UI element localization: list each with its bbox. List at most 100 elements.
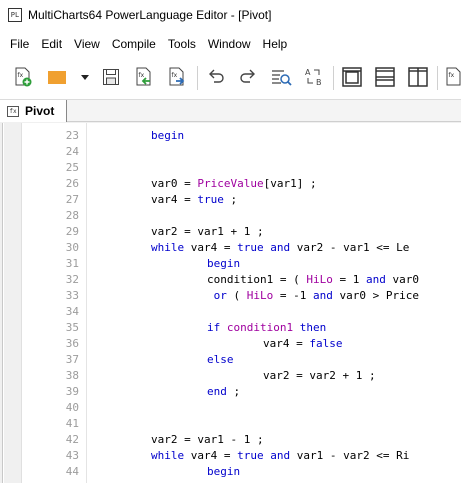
svg-text:fx: fx (139, 72, 145, 79)
code-line[interactable]: 42 var2 = var1 - 1 ; (0, 432, 461, 448)
dropdown-arrow-icon[interactable] (78, 66, 92, 88)
study-document-icon: fx (7, 105, 19, 117)
code-line[interactable]: 39 end ; (0, 384, 461, 400)
code-line[interactable]: 38 var2 = var2 + 1 ; (0, 368, 461, 384)
code-token: end (207, 385, 227, 398)
line-number: 28 (65, 209, 79, 222)
code-text: while var4 = true and var1 - var2 <= Ri (151, 448, 409, 464)
svg-text:A: A (305, 68, 311, 77)
code-line[interactable]: 26 var0 = PriceValue[var1] ; (0, 176, 461, 192)
compile-icon[interactable]: fx (133, 66, 155, 88)
code-line[interactable]: 34 (0, 304, 461, 320)
open-study-icon[interactable] (46, 66, 68, 88)
code-text: if condition1 then (207, 320, 326, 336)
cascade-icon[interactable] (341, 66, 363, 88)
more-icon[interactable]: fx (444, 66, 461, 88)
verify-icon[interactable]: fx (166, 66, 188, 88)
line-number: 40 (65, 401, 79, 414)
code-token: var0 (385, 273, 419, 286)
code-text: condition1 = ( HiLo = 1 and var0 (207, 272, 419, 288)
code-line[interactable]: 37 else (0, 352, 461, 368)
code-token: or (213, 289, 227, 302)
menu-compile[interactable]: Compile (106, 30, 162, 58)
code-token: true (237, 449, 264, 462)
line-number: 38 (65, 369, 79, 382)
code-text: begin (151, 128, 184, 144)
find-icon[interactable] (270, 66, 292, 88)
code-text: var4 = false (263, 336, 342, 352)
menu-edit[interactable]: Edit (35, 30, 68, 58)
code-token: var0 > Price (332, 289, 419, 302)
line-number: 32 (65, 273, 79, 286)
line-number: 43 (65, 449, 79, 462)
save-icon[interactable] (100, 66, 122, 88)
code-token: ; (362, 369, 376, 382)
code-token: ; (226, 385, 241, 398)
code-token: begin (207, 257, 241, 270)
code-line[interactable]: 23 begin (0, 128, 461, 144)
menu-view[interactable]: View (68, 30, 106, 58)
code-line[interactable]: 33 or ( HiLo = -1 and var0 > Price (0, 288, 461, 304)
code-token: = (332, 273, 353, 286)
code-token: while (151, 241, 185, 254)
code-token: true (197, 193, 224, 206)
code-token: var4 = (263, 337, 310, 350)
code-line[interactable]: 27 var4 = true ; (0, 192, 461, 208)
line-number: 30 (65, 241, 79, 254)
menu-tools[interactable]: Tools (162, 30, 202, 58)
tile-horizontal-icon[interactable] (374, 66, 396, 88)
code-line[interactable]: 36 var4 = false (0, 336, 461, 352)
new-study-icon[interactable]: fx (12, 66, 34, 88)
code-line[interactable]: 43 while var4 = true and var1 - var2 <= R… (0, 448, 461, 464)
menu-window[interactable]: Window (202, 30, 257, 58)
toolbar: fx fx fx AB fx (0, 58, 461, 100)
code-editor[interactable]: 23 begin 24 25 26 var0 = PriceValue[var1] ; 27… (0, 123, 461, 483)
line-number: 26 (65, 177, 79, 190)
code-line[interactable]: 24 (0, 144, 461, 160)
window-title: MultiCharts64 PowerLanguage Editor - [Pi… (28, 8, 272, 22)
menu-file[interactable]: File (4, 30, 35, 58)
code-text: var2 = var1 - 1 ; (151, 432, 264, 448)
replace-icon[interactable]: AB (304, 66, 326, 88)
code-token: var2 = var1 - (151, 433, 244, 446)
code-token: and (313, 289, 333, 302)
menu-help[interactable]: Help (257, 30, 294, 58)
code-line[interactable]: 44 begin (0, 464, 461, 480)
document-tab-strip: fx Pivot (0, 100, 461, 122)
code-token: var0 = (151, 177, 198, 190)
code-text: while var4 = true and var2 - var1 <= Le (151, 240, 409, 256)
code-token: ; (223, 193, 238, 206)
code-line[interactable]: 28 (0, 208, 461, 224)
code-token: if (207, 321, 221, 334)
app-icon: PL (8, 8, 22, 22)
code-line[interactable]: 41 (0, 416, 461, 432)
code-line[interactable]: 29 var2 = var1 + 1 ; (0, 224, 461, 240)
line-number: 23 (65, 129, 79, 142)
line-number: 25 (65, 161, 79, 174)
code-text: var2 = var2 + 1 ; (263, 368, 376, 384)
redo-icon[interactable] (237, 66, 259, 88)
line-number: 41 (65, 417, 79, 430)
tile-vertical-icon[interactable] (407, 66, 429, 88)
code-token: then (299, 321, 327, 334)
line-number: 29 (65, 225, 79, 238)
svg-text:B: B (316, 78, 322, 87)
code-token: var2 = var1 + (151, 225, 244, 238)
tab-pivot[interactable]: fx Pivot (0, 100, 67, 122)
code-line[interactable]: 32 condition1 = ( HiLo = 1 and var0 (0, 272, 461, 288)
line-number: 39 (65, 385, 79, 398)
code-line[interactable]: 30 while var4 = true and var2 - var1 <= L… (0, 240, 461, 256)
code-line[interactable]: 35 if condition1 then (0, 320, 461, 336)
undo-icon[interactable] (205, 66, 227, 88)
toolbar-separator (437, 66, 438, 90)
code-text: var2 = var1 + 1 ; (151, 224, 264, 240)
code-token: ; (250, 433, 264, 446)
line-number: 33 (65, 289, 79, 302)
code-token: var4 = (184, 241, 238, 254)
code-line[interactable]: 31 begin (0, 256, 461, 272)
line-number: 36 (65, 337, 79, 350)
code-token: var4 = (151, 193, 198, 206)
code-line[interactable]: 40 (0, 400, 461, 416)
code-line[interactable]: 25 (0, 160, 461, 176)
